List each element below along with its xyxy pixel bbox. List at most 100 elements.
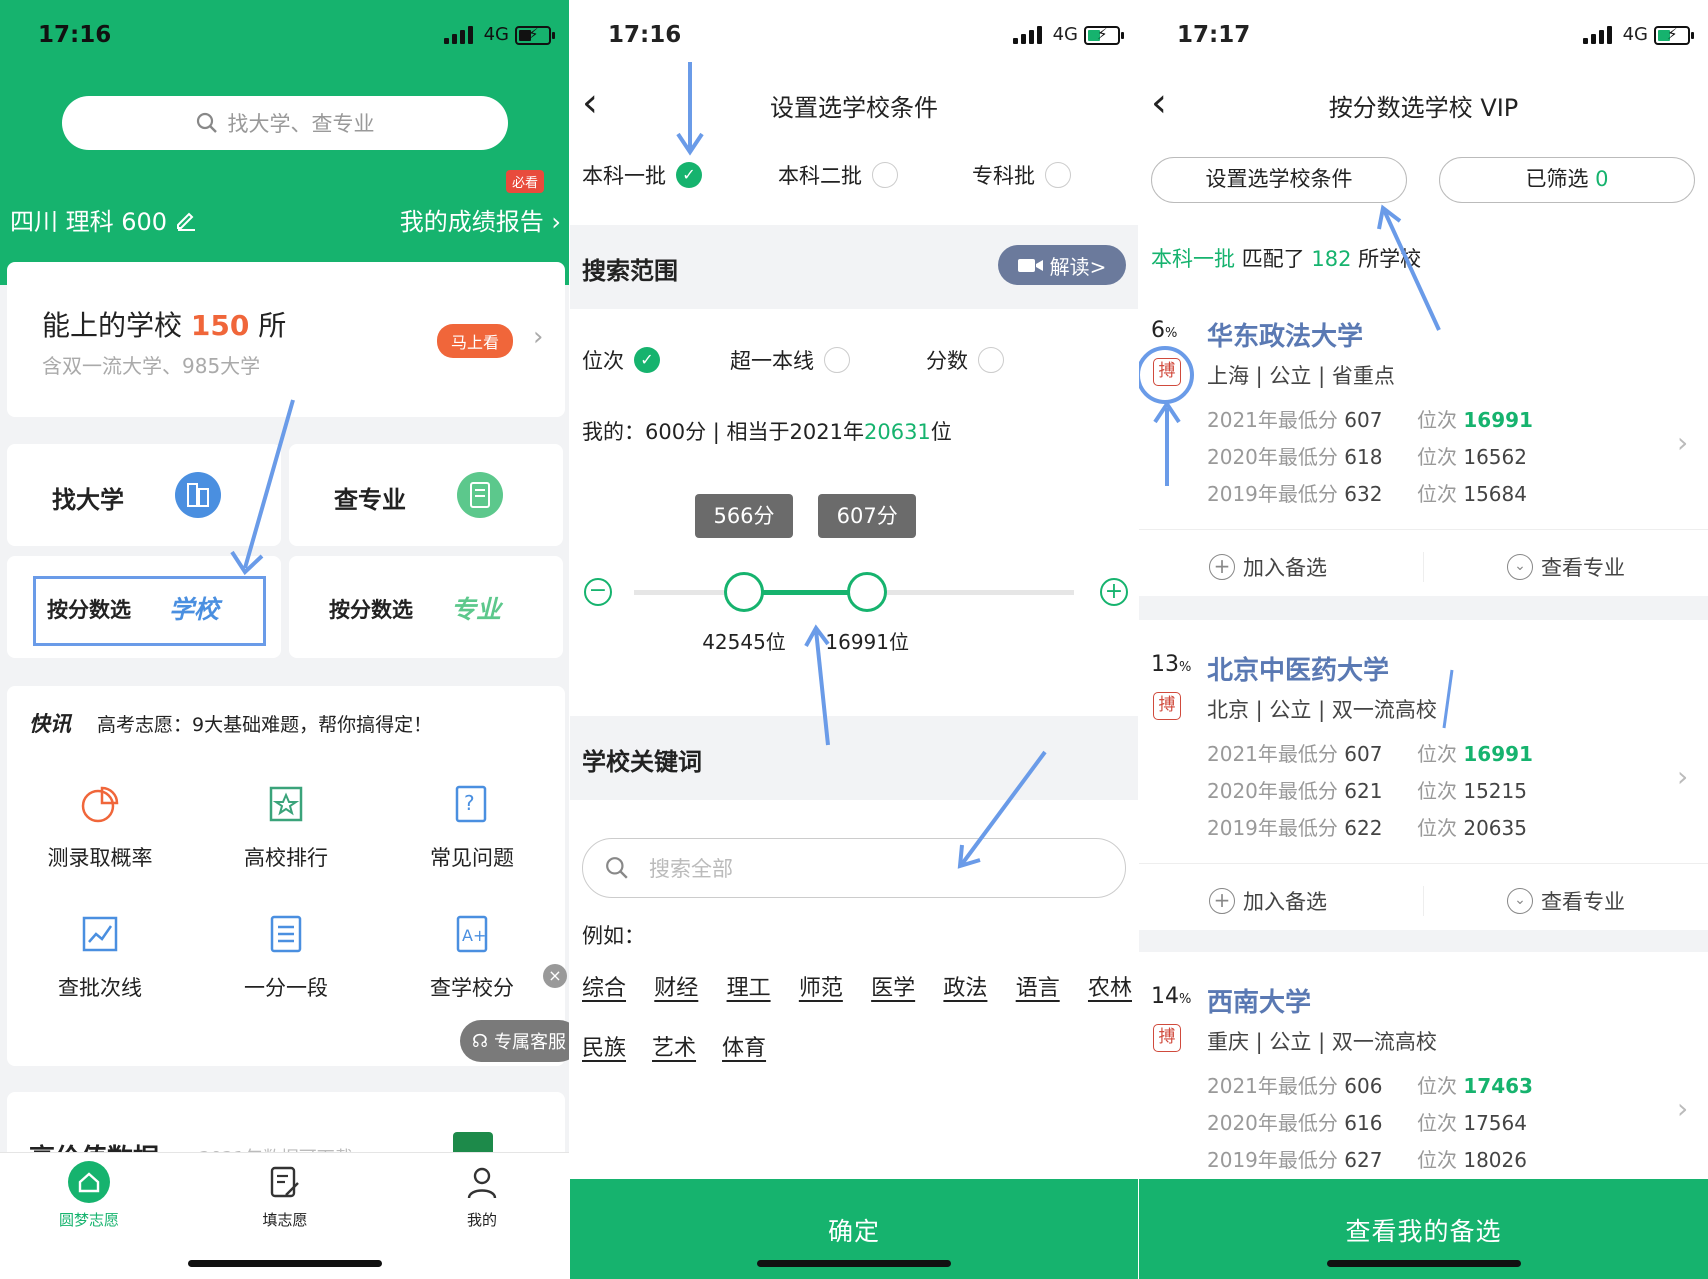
go-now-button[interactable]: 马上看: [437, 324, 514, 358]
divider: [1139, 863, 1708, 864]
radio-icon: [872, 162, 898, 188]
school-name[interactable]: 西南大学: [1207, 982, 1311, 1019]
filtered-button[interactable]: 已筛选 0: [1439, 157, 1695, 203]
plus-icon[interactable]: +: [1100, 578, 1128, 606]
school-card[interactable]: 13% 北京中医药大学搏 北京 | 公立 | 双一流高校 2021年最低分 607 位次…: [1139, 620, 1708, 930]
score-row: 2019年最低分 627 位次 18026: [1207, 1148, 1527, 1172]
score-select-major-button[interactable]: 按分数选 专业: [289, 556, 563, 658]
mode-label: 超一本线: [730, 349, 814, 373]
conditions-screen: 17:16 4G ⚡ ‹ 设置选学校条件 本科一批 ✓ 本科二批 专科批 搜索范…: [570, 0, 1138, 1279]
interpret-button[interactable]: 解读>: [998, 245, 1126, 285]
find-major-button[interactable]: 查专业: [289, 444, 563, 546]
tab-label: 填志愿: [262, 1211, 308, 1229]
school-card[interactable]: 6% 华东政法大学搏 上海 | 公立 | 省重点 2021年最低分 607 位次 169…: [1139, 286, 1708, 596]
keyword-search-input[interactable]: 搜索全部: [582, 838, 1126, 898]
score-report-link[interactable]: 我的成绩报告 ›: [400, 202, 561, 237]
filtered-count: 0: [1595, 167, 1609, 191]
confirm-button[interactable]: 确定: [570, 1179, 1138, 1279]
person-icon: [467, 1167, 497, 1199]
keyword-tag[interactable]: 综合: [582, 970, 626, 1002]
keyword-tags-row-1: 综合 财经 理工 师范 医学 政法 语言 农林: [582, 970, 1132, 1002]
mode-option-score[interactable]: 分数: [926, 345, 1004, 375]
customer-service-button[interactable]: ☊ 专属客服: [460, 1020, 569, 1062]
signal-icon: [1013, 24, 1042, 44]
bottom-tab-bar: 圆梦志愿 填志愿 我的: [0, 1152, 569, 1279]
mode-option-rank[interactable]: 位次 ✓: [582, 345, 660, 375]
keyword-tag[interactable]: 民族: [582, 1030, 626, 1062]
add-option-button[interactable]: + 加入备选: [1209, 552, 1327, 582]
tool-batch-line[interactable]: 查批次线: [7, 896, 193, 1026]
view-major-button[interactable]: ⌄ 查看专业: [1507, 552, 1625, 582]
high-handle[interactable]: [847, 572, 888, 612]
equiv-rank: 20631: [863, 420, 931, 444]
score-row: 2019年最低分 622 位次 20635: [1207, 816, 1527, 840]
school-info: 重庆 | 公立 | 双一流高校: [1207, 1030, 1437, 1054]
tool-label: 查学校分: [430, 976, 514, 1000]
keyword-tag[interactable]: 理工: [727, 970, 771, 1002]
school-name[interactable]: 华东政法大学: [1207, 316, 1363, 353]
find-university-label: 找大学: [52, 486, 124, 514]
set-conditions-button[interactable]: 设置选学校条件: [1151, 157, 1407, 203]
find-university-button[interactable]: 找大学: [7, 444, 281, 546]
tool-faq[interactable]: ? 常见问题: [379, 766, 565, 896]
batch-option-1[interactable]: 本科一批 ✓: [582, 160, 702, 190]
tool-score-distribution[interactable]: 一分一段: [193, 896, 379, 1026]
rank-value: 20635: [1463, 816, 1527, 840]
mode-option-above-line[interactable]: 超一本线: [730, 345, 850, 375]
chevron-right-icon: ›: [1677, 426, 1689, 459]
tab-fill-application[interactable]: 填志愿: [236, 1165, 334, 1230]
keyword-tag[interactable]: 财经: [654, 970, 698, 1002]
plus-circle-icon: +: [1209, 554, 1235, 580]
keyword-tag[interactable]: 农林: [1088, 970, 1132, 1002]
tab-home[interactable]: 圆梦志愿: [40, 1161, 138, 1230]
profile-edit[interactable]: 四川 理科 600: [10, 202, 197, 237]
low-rank-label: 42545位: [702, 630, 786, 654]
school-name[interactable]: 北京中医药大学: [1207, 650, 1389, 687]
score-row: 2020年最低分 616 位次 17564: [1207, 1111, 1527, 1135]
keyword-tag[interactable]: 语言: [1016, 970, 1060, 1002]
tool-school-score[interactable]: A+ 查学校分: [379, 896, 565, 1026]
tools-grid: 测录取概率 高校排行 ? 常见问题 查批次线 一分一段 A+ 查学校分: [7, 766, 565, 1056]
keyword-tag[interactable]: 政法: [943, 970, 987, 1002]
tab-me[interactable]: 我的: [433, 1165, 531, 1230]
rank-value: 17463: [1463, 1074, 1533, 1098]
rank-value: 16991: [1463, 408, 1533, 432]
battery-icon: ⚡: [1084, 25, 1124, 45]
confirm-label: 确定: [827, 1217, 880, 1246]
batch-option-3[interactable]: 专科批: [972, 160, 1071, 190]
news-text[interactable]: 高考志愿：9大基础难题，帮你搞得定！: [97, 710, 432, 737]
add-option-button[interactable]: + 加入备选: [1209, 886, 1327, 916]
search-bar[interactable]: 找大学、查专业: [62, 96, 508, 150]
video-camera-icon: [1017, 259, 1043, 272]
battery-icon: ⚡: [1654, 25, 1694, 45]
keyword-tag[interactable]: 师范: [799, 970, 843, 1002]
building-icon: [175, 472, 221, 518]
keyword-tag[interactable]: 医学: [871, 970, 915, 1002]
view-my-options-button[interactable]: 查看我的备选: [1139, 1179, 1708, 1279]
score-row: 2020年最低分 621 位次 15215: [1207, 779, 1527, 803]
mode-label: 分数: [926, 349, 968, 373]
tool-admission-probability[interactable]: 测录取概率: [7, 766, 193, 896]
home-indicator: [1326, 1260, 1521, 1267]
status-bar: 17:16 4G ⚡: [0, 0, 569, 76]
pie-chart-icon: [81, 786, 119, 823]
rank-value: 18026: [1463, 1148, 1527, 1172]
search-range-header: 搜索范围 解读>: [570, 225, 1138, 309]
network-label: 4G: [1622, 24, 1648, 45]
keyword-tag[interactable]: 艺术: [652, 1030, 696, 1062]
reachable-schools-card[interactable]: 能上的学校 150 所 含双一流大学、985大学 马上看 ›: [7, 262, 565, 417]
reach-badge: 搏: [1153, 692, 1181, 720]
home-indicator: [187, 1260, 382, 1267]
tools-card: 快讯 高考志愿：9大基础难题，帮你搞得定！ 测录取概率 高校排行 ? 常见问题 …: [7, 686, 565, 1066]
rank-value: 17564: [1463, 1111, 1527, 1135]
keyword-tag[interactable]: 体育: [722, 1030, 766, 1062]
batch-option-2[interactable]: 本科二批: [778, 160, 898, 190]
low-handle[interactable]: [724, 572, 764, 612]
close-icon[interactable]: ×: [543, 964, 567, 988]
major-label: 专业: [451, 595, 502, 624]
minus-icon[interactable]: −: [584, 578, 612, 606]
tool-university-ranking[interactable]: 高校排行: [193, 766, 379, 896]
score-select-school-button[interactable]: 按分数选 学校: [7, 556, 281, 658]
chevron-right-icon: ›: [1677, 1092, 1689, 1125]
view-major-button[interactable]: ⌄ 查看专业: [1507, 886, 1625, 916]
